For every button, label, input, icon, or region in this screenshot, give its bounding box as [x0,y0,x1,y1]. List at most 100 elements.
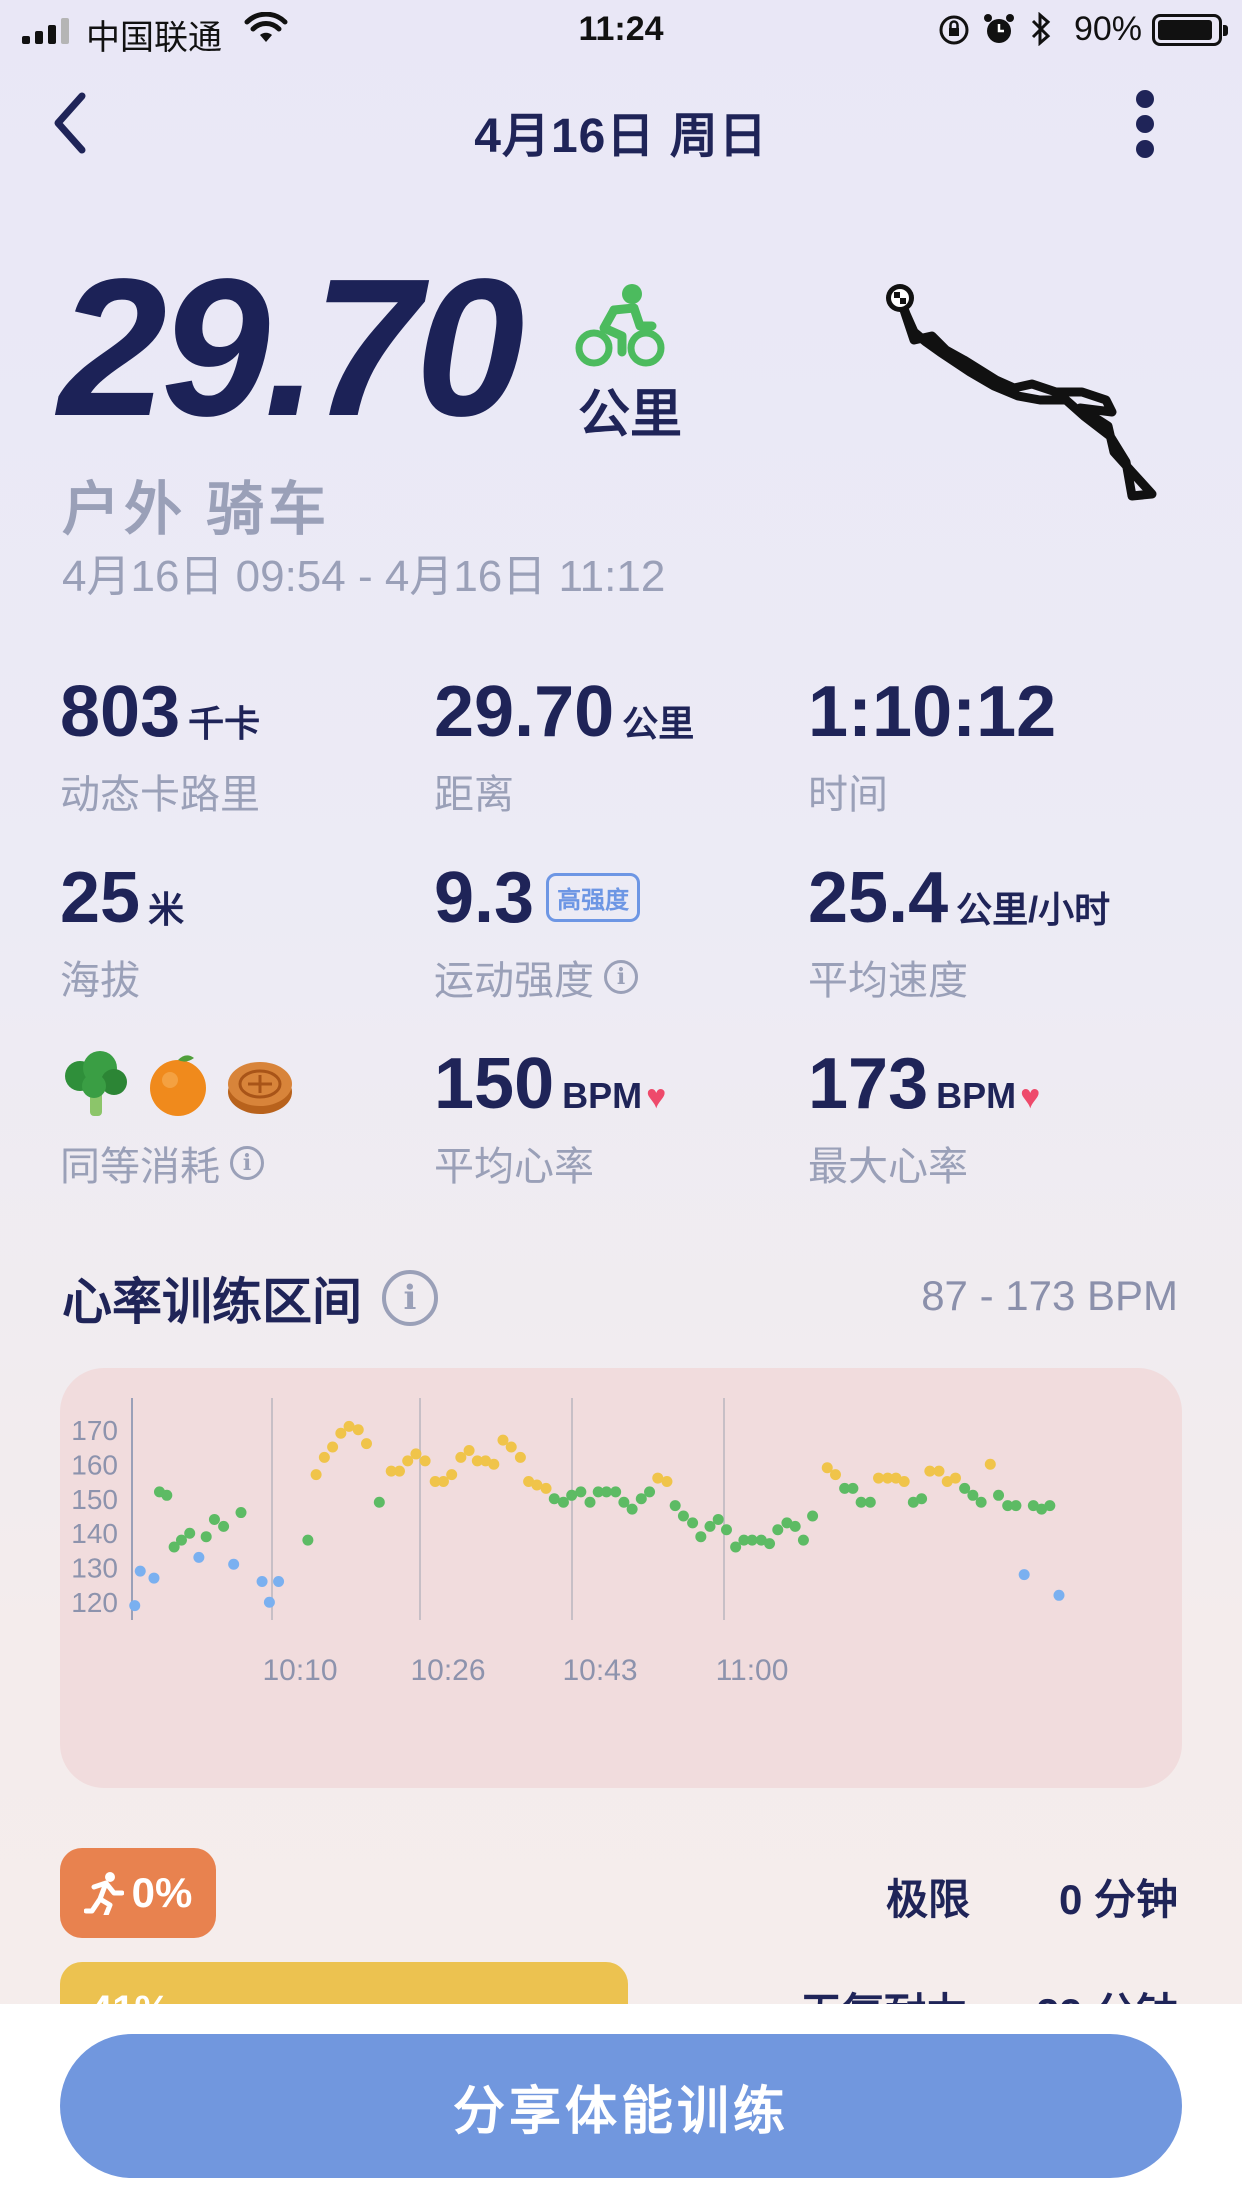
heart-rate-point [1010,1500,1022,1512]
heart-rate-point [1053,1589,1065,1601]
heart-rate-point [302,1534,314,1546]
heart-rate-point [975,1496,987,1508]
stat-value: 150 [434,1044,555,1124]
heart-rate-point [318,1451,330,1463]
stat-value: 29.70 [434,672,615,752]
stat-avg-heart-rate: 150 BPM ♥ 平均心率 [434,1048,804,1192]
heart-rate-point [669,1500,681,1512]
heart-rate-point [1018,1569,1030,1581]
heart-rate-point [984,1458,996,1470]
x-tick-label: 10:10 [262,1654,337,1687]
heart-rate-point [263,1596,275,1608]
heart-rate-point [610,1486,622,1498]
heart-rate-point [661,1476,673,1488]
heart-rate-point [695,1531,707,1543]
info-icon[interactable]: i [382,1270,438,1326]
stat-unit: BPM [936,1075,1017,1116]
bike-icon [575,284,665,367]
bluetooth-icon [1031,12,1051,46]
alarm-icon [984,14,1014,43]
zone-percent: 0% [131,1869,193,1916]
heart-rate-point [540,1482,552,1494]
stat-value: 803 [60,672,181,752]
heart-rate-point [273,1576,285,1588]
stat-label: 平均心率 [434,1145,594,1189]
stat-distance: 29.70 公里 距离 [434,676,804,820]
x-tick-label: 11:00 [716,1654,789,1687]
status-time: 11:24 [578,10,664,48]
heart-rate-point [687,1517,699,1529]
heart-rate-point [933,1465,945,1477]
rotation-lock-icon [939,15,969,45]
more-menu-button[interactable] [1130,90,1160,162]
x-tick-label: 10:43 [562,1654,637,1687]
heart-icon: ♥ [646,1078,667,1116]
stat-label: 运动强度 [434,959,594,1003]
heart-rate-point [410,1448,422,1460]
heart-zone-title-row: 心率训练区间 i [62,1262,438,1334]
status-bar: 中国联通 11:24 90% [0,0,1242,60]
stat-elevation: 25 米 海拔 [60,862,430,1006]
heart-rate-point [193,1551,205,1563]
intensity-badge: 高强度 [546,873,641,922]
heart-rate-point [373,1496,385,1508]
heart-rate-point [352,1424,364,1436]
route-map[interactable] [870,276,1170,516]
heart-rate-point [200,1531,212,1543]
y-tick-label: 140 [71,1518,118,1549]
heart-rate-point [797,1534,809,1546]
heart-rate-point [488,1458,500,1470]
heart-rate-point [829,1469,841,1481]
heart-rate-point [584,1496,596,1508]
zone-name: 极限 [886,1876,971,1923]
heart-rate-chart: 120130 140150 160170 10:10 10:26 10:43 11:00 [71,1398,1065,1687]
stat-calories: 803 千卡 动态卡路里 [60,676,430,820]
stat-label: 距离 [434,773,514,817]
stat-duration: 1:10:12 时间 [808,676,1178,820]
heart-rate-point [419,1455,431,1467]
orange-icon [150,1055,206,1116]
broccoli-icon [65,1051,127,1116]
heart-rate-point [789,1520,801,1532]
stat-value: 1:10:12 [808,672,1057,752]
heart-rate-range: 87 - 173 BPM [921,1272,1178,1319]
heart-rate-point [898,1476,910,1488]
heart-rate-point [626,1503,638,1515]
y-tick-label: 170 [71,1415,118,1446]
heart-rate-point [949,1472,961,1484]
y-tick-label: 150 [71,1484,118,1515]
share-workout-button[interactable]: 分享体能训练 [60,2034,1182,2178]
stat-label: 最大心率 [808,1145,968,1189]
stat-label: 时间 [808,773,888,817]
total-distance: 29.70 [58,238,524,457]
stat-label-row: 同等消耗 i [60,1134,430,1192]
stat-unit: 公里 [622,703,695,744]
heart-rate-point [218,1520,230,1532]
stat-intensity[interactable]: 9.3 高强度 运动强度 i [434,862,804,1006]
stat-value: 173 [808,1044,929,1124]
stat-unit: 米 [148,889,185,930]
heart-rate-point [505,1441,517,1453]
info-icon[interactable]: i [230,1146,264,1180]
heart-rate-point [134,1565,146,1577]
heart-rate-point [1044,1500,1056,1512]
stat-food-equivalent[interactable]: 同等消耗 i [60,1048,430,1192]
heart-rate-point [916,1493,928,1505]
stat-speed: 25.4 公里/小时 平均速度 [808,862,1178,1006]
battery-icon [1152,14,1228,46]
heart-rate-point [514,1451,526,1463]
heart-icon: ♥ [1020,1078,1041,1116]
runner-icon [83,1872,124,1915]
heart-rate-point [772,1524,784,1536]
battery-percent: 90% [1073,10,1142,48]
heart-rate-point [129,1600,141,1612]
stat-label-row: 运动强度 i [434,948,804,1006]
heart-rate-point [807,1510,819,1522]
stat-unit: 公里/小时 [956,889,1111,930]
stat-label: 海拔 [60,959,140,1003]
heart-rate-point [864,1496,876,1508]
stat-value: 25 [60,858,141,938]
heart-rate-point [644,1486,656,1498]
info-icon[interactable]: i [604,960,638,994]
section-title: 心率训练区间 [62,1274,362,1330]
